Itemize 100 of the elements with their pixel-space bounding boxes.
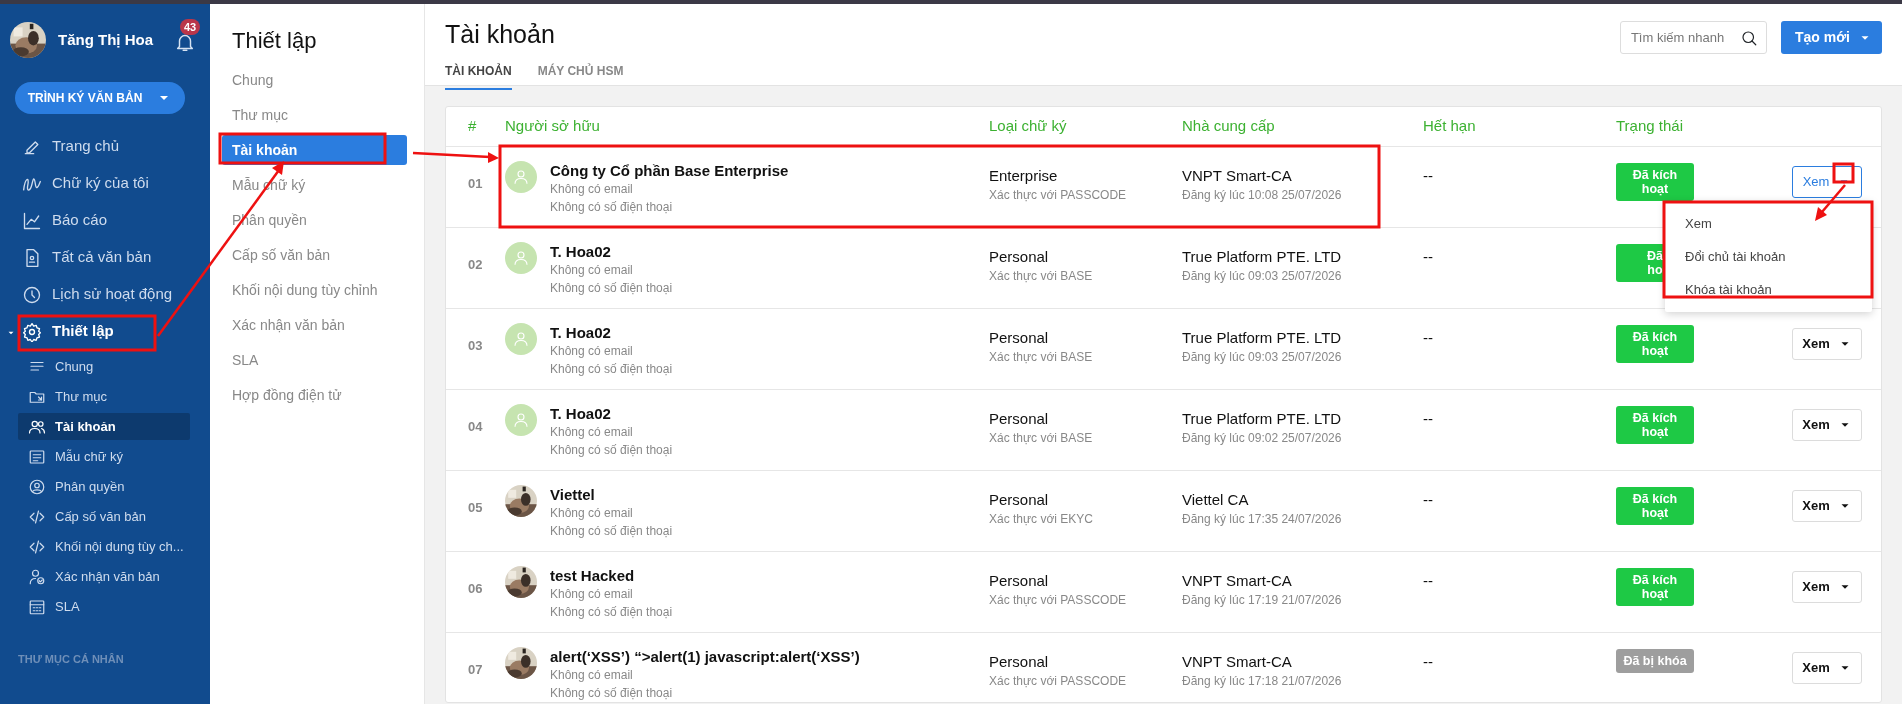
user-name: Tăng Thị Hoa xyxy=(58,29,154,50)
sidebar-item[interactable]: Lịch sử hoạt động xyxy=(0,276,210,313)
sidebar-subitem[interactable]: Mẫu chữ ký xyxy=(18,443,190,470)
registered-time: Đăng ký lúc 10:08 25/07/2026 xyxy=(1182,187,1343,204)
tab[interactable]: TÀI KHOẢN xyxy=(445,59,512,90)
row-number: 06 xyxy=(468,581,483,596)
owner-name: Công ty Cổ phần Base Enterprise xyxy=(550,161,789,180)
owner-email: Không có email xyxy=(550,181,634,198)
provider-name: VNPT Smart-CA xyxy=(1182,571,1293,591)
sidebar-item[interactable]: Chữ ký của tôi xyxy=(0,165,210,202)
provider-name: Viettel CA xyxy=(1182,490,1250,510)
expiry-date: -- xyxy=(1423,571,1434,591)
menu-item[interactable]: Xem xyxy=(1665,207,1872,240)
create-button[interactable]: Tạo mới xyxy=(1780,21,1882,54)
view-button[interactable]: Xem xyxy=(1792,571,1862,603)
column-header: Nhà cung cấp xyxy=(1182,116,1276,137)
owner-email: Không có email xyxy=(550,343,634,360)
clock-icon xyxy=(22,284,42,305)
expiry-date: -- xyxy=(1423,166,1434,186)
owner-phone: Không có số điện thoại xyxy=(550,685,674,702)
submit-document-button[interactable]: TRÌNH KÝ VĂN BẢN xyxy=(15,82,185,114)
owner-name: T. Hoa02 xyxy=(550,323,612,342)
panel-title: Thiết lập xyxy=(232,27,318,55)
search-field[interactable]: Tìm kiếm nhanh xyxy=(1619,21,1767,54)
view-button[interactable]: Xem xyxy=(1792,166,1862,198)
sidebar-subitem[interactable]: Chung xyxy=(18,353,190,380)
status-badge: Đã kích hoạt xyxy=(1616,325,1694,363)
auth-method: Xác thực với PASSCODE xyxy=(989,187,1128,204)
row-number: 03 xyxy=(468,338,483,353)
row-number: 04 xyxy=(468,419,483,434)
settings-menu-item[interactable]: Chung xyxy=(222,65,407,95)
settings-menu-item[interactable]: Xác nhận văn bản xyxy=(222,310,407,340)
signature-type: Personal xyxy=(989,247,1050,267)
auth-method: Xác thực với PASSCODE xyxy=(989,592,1128,609)
auth-method: Xác thực với BASE xyxy=(989,268,1094,285)
owner-name: test Hacked xyxy=(550,566,636,585)
column-header: Hết hạn xyxy=(1423,116,1477,137)
signature-type: Personal xyxy=(989,652,1050,672)
row-number: 07 xyxy=(468,662,483,677)
page-title: Tài khoản xyxy=(445,19,556,50)
sidebar-subitem[interactable]: Phân quyền xyxy=(18,473,190,500)
column-header: Trạng thái xyxy=(1616,116,1684,137)
status-badge: Đã kích hoạt xyxy=(1616,487,1694,525)
column-header: Người sở hữu xyxy=(505,116,601,137)
provider-name: True Platform PTE. LTD xyxy=(1182,409,1343,429)
user-icon xyxy=(28,477,46,496)
owner-email: Không có email xyxy=(550,262,634,279)
owner-phone: Không có số điện thoại xyxy=(550,442,673,459)
view-button[interactable]: Xem xyxy=(1792,652,1862,684)
sidebar-item[interactable]: Thiết lập xyxy=(0,313,210,350)
owner-name: alert(‘XSS’) “>alert(1) javascript:alert(‘XSS’) xyxy=(550,647,860,666)
settings-menu-item[interactable]: Khối nội dung tùy chỉnh xyxy=(222,275,407,305)
auth-method: Xác thực với PASSCODE xyxy=(989,673,1128,690)
view-button[interactable]: Xem xyxy=(1792,328,1862,360)
sidebar-item[interactable]: Trang chủ xyxy=(0,128,210,165)
settings-menu-item[interactable]: SLA xyxy=(222,345,407,375)
expiry-date: -- xyxy=(1423,409,1434,429)
registered-time: Đăng ký lúc 17:19 21/07/2026 xyxy=(1182,592,1343,609)
sidebar-subitem[interactable]: Tài khoản xyxy=(18,413,190,440)
settings-menu-item[interactable]: Cấp số văn bản xyxy=(222,240,407,270)
sidebar-subitem[interactable]: Thư mục xyxy=(18,383,190,410)
chart-icon xyxy=(22,210,42,231)
registered-time: Đăng ký lúc 17:35 24/07/2026 xyxy=(1182,511,1343,528)
view-button[interactable]: Xem xyxy=(1792,490,1862,522)
settings-menu-item[interactable]: Hợp đồng điện tử xyxy=(222,380,407,410)
calendar-icon xyxy=(28,597,46,616)
sidebar-item[interactable]: Tất cả văn bản xyxy=(0,239,210,276)
status-badge: Đã kích hoạt xyxy=(1616,163,1694,201)
sidebar-subitem[interactable]: SLA xyxy=(18,593,190,620)
code-icon xyxy=(28,537,46,556)
owner-phone: Không có số điện thoại xyxy=(550,361,673,378)
signature-type: Personal xyxy=(989,409,1050,429)
provider-name: True Platform PTE. LTD xyxy=(1182,247,1343,267)
registered-time: Đăng ký lúc 09:03 25/07/2026 xyxy=(1182,349,1343,366)
status-badge: Đã bị khóa xyxy=(1616,649,1694,673)
auth-method: Xác thực với BASE xyxy=(989,430,1094,447)
owner-phone: Không có số điện thoại xyxy=(550,604,673,621)
owner-name: T. Hoa02 xyxy=(550,404,612,423)
view-button[interactable]: Xem xyxy=(1792,409,1862,441)
sidebar-subitem[interactable]: Xác nhận văn bản xyxy=(18,563,190,590)
column-header: # xyxy=(467,116,478,137)
owner-email: Không có email xyxy=(550,505,634,522)
tab[interactable]: MÁY CHỦ HSM xyxy=(537,59,624,90)
sidebar-subitem[interactable]: Cấp số văn bản xyxy=(18,503,190,530)
sidebar-subitem[interactable]: Khối nội dung tùy ch... xyxy=(18,533,190,560)
row-number: 01 xyxy=(468,176,483,191)
highlight-frame xyxy=(1832,162,1855,184)
registered-time: Đăng ký lúc 17:18 21/07/2026 xyxy=(1182,673,1343,690)
sidebar-item[interactable]: Báo cáo xyxy=(0,202,210,239)
owner-email: Không có email xyxy=(550,424,634,441)
card-icon xyxy=(28,447,46,466)
owner-phone: Không có số điện thoại xyxy=(550,280,673,297)
status-badge: Đã kích hoạt xyxy=(1616,568,1694,606)
search-icon xyxy=(1739,29,1758,47)
settings-menu-item[interactable]: Thư mục xyxy=(222,100,407,130)
annotation-arrow xyxy=(1815,184,1846,221)
owner-email: Không có email xyxy=(550,667,634,684)
code-icon xyxy=(28,507,46,526)
auth-method: Xác thực với BASE xyxy=(989,349,1094,366)
expiry-date: -- xyxy=(1423,652,1434,672)
